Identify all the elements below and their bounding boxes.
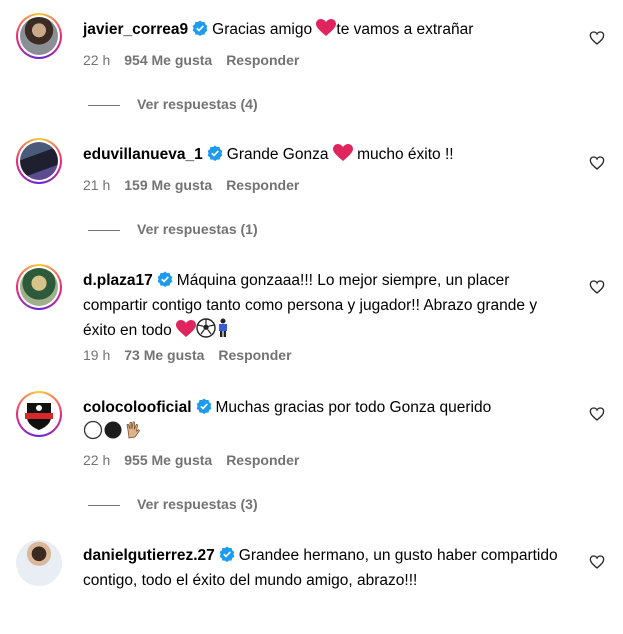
comment-meta: 22 h 954 Me gusta Responder <box>83 52 313 68</box>
comment-text: Grande Gonza <box>226 146 329 163</box>
comment-time: 19 h <box>83 347 111 363</box>
comment-meta: 21 h 159 Me gusta Responder <box>83 177 313 193</box>
reply-button[interactable]: Responder <box>226 52 299 68</box>
comment-username[interactable]: danielgutierrez.27 <box>83 547 215 564</box>
view-replies-button[interactable]: Ver respuestas (3) <box>88 496 258 512</box>
colo-colo-logo-icon <box>25 403 53 430</box>
heart-emoji-icon <box>332 144 353 161</box>
like-heart-icon[interactable] <box>589 406 605 422</box>
black-circle-emoji-icon <box>104 421 122 439</box>
avatar[interactable] <box>16 13 62 59</box>
heart-emoji-icon <box>176 320 197 337</box>
comment-time: 22 h <box>83 52 111 68</box>
verified-badge-icon <box>196 398 211 414</box>
likes-count[interactable]: 73 Me gusta <box>124 347 204 363</box>
comment-text: Muchas gracias por todo Gonza querido <box>215 399 492 416</box>
avatar[interactable] <box>16 264 62 310</box>
reply-button[interactable]: Responder <box>218 347 291 363</box>
view-replies-label: Ver respuestas (3) <box>137 496 258 512</box>
comment-text-after: mucho éxito !! <box>357 146 454 163</box>
verified-badge-icon <box>207 145 223 161</box>
view-replies-label: Ver respuestas (1) <box>137 221 258 237</box>
comment-username[interactable]: javier_correa9 <box>83 21 188 38</box>
reply-button[interactable]: Responder <box>226 452 299 468</box>
comment-username[interactable]: eduvillanueva_1 <box>83 146 203 163</box>
comment-text-after: te vamos a extrañar <box>336 21 474 38</box>
like-heart-icon[interactable] <box>589 30 605 46</box>
view-replies-button[interactable]: Ver respuestas (1) <box>88 221 258 237</box>
likes-count[interactable]: 954 Me gusta <box>124 52 212 68</box>
likes-count[interactable]: 159 Me gusta <box>124 177 212 193</box>
verified-badge-icon <box>219 546 235 562</box>
view-replies-label: Ver respuestas (4) <box>137 96 258 112</box>
likes-count[interactable]: 955 Me gusta <box>124 452 212 468</box>
player-emoji-icon <box>219 318 228 337</box>
reply-button[interactable]: Responder <box>226 177 299 193</box>
comment-username[interactable]: d.plaza17 <box>83 272 153 289</box>
comment-time: 21 h <box>83 177 111 193</box>
comment-time: 22 h <box>83 452 111 468</box>
comment-meta: 22 h 955 Me gusta Responder <box>83 452 313 468</box>
verified-badge-icon <box>157 271 173 287</box>
avatar[interactable] <box>16 138 62 184</box>
like-heart-icon[interactable] <box>589 279 605 295</box>
hand-emoji-icon <box>126 421 140 439</box>
comment-username[interactable]: colocolooficial <box>83 399 192 416</box>
soccer-ball-emoji-icon <box>196 318 216 338</box>
comments-list: javier_correa9 Gracias amigo te vamos a e… <box>0 0 623 634</box>
avatar[interactable] <box>16 391 62 437</box>
white-circle-emoji-icon <box>83 420 103 440</box>
avatar[interactable] <box>16 540 62 586</box>
like-heart-icon[interactable] <box>589 554 605 570</box>
comment-meta: 19 h 73 Me gusta Responder <box>83 347 306 363</box>
comment-text: Gracias amigo <box>212 21 313 38</box>
verified-badge-icon <box>192 20 208 36</box>
view-replies-button[interactable]: Ver respuestas (4) <box>88 96 258 112</box>
like-heart-icon[interactable] <box>589 155 605 171</box>
heart-emoji-icon <box>316 19 337 36</box>
